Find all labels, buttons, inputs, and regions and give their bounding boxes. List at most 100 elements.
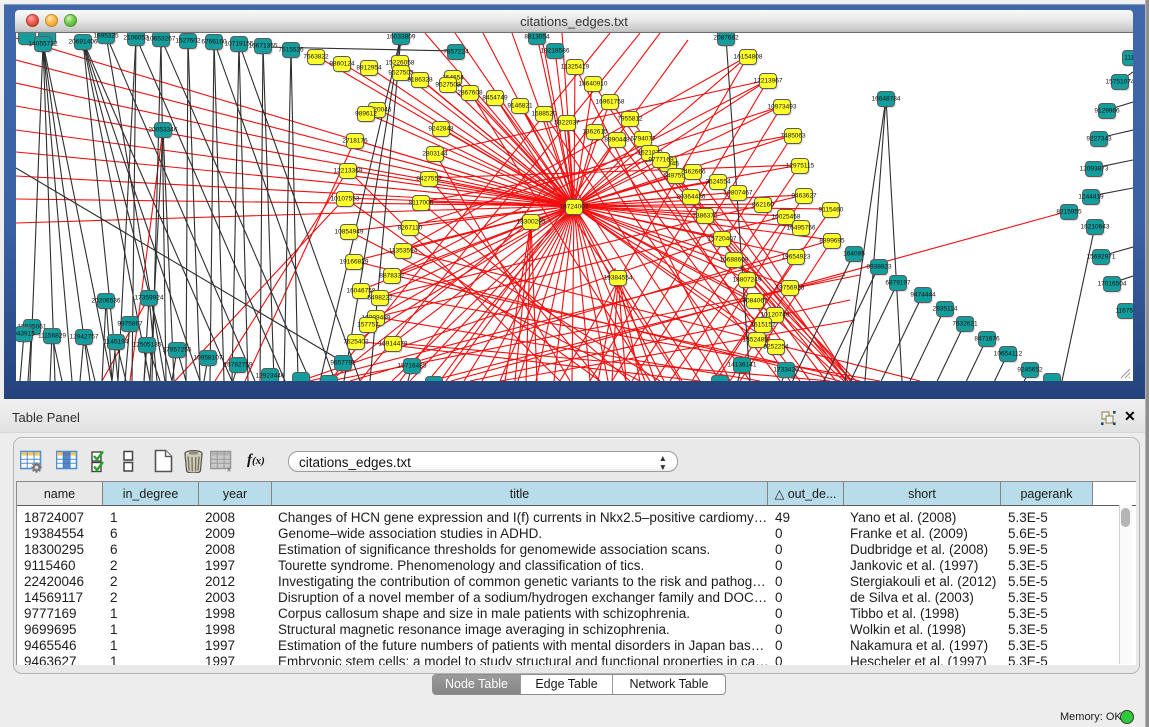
- svg-text:10807467: 10807467: [724, 189, 753, 196]
- svg-text:1527602: 1527602: [175, 37, 201, 44]
- svg-text:989612: 989612: [355, 110, 377, 117]
- svg-text:7515526: 7515526: [278, 46, 304, 53]
- svg-text:1588520: 1588520: [531, 110, 557, 117]
- svg-text:8215955: 8215955: [1056, 208, 1082, 215]
- svg-text:2803144: 2803144: [422, 150, 448, 157]
- svg-text:8186328: 8186328: [407, 76, 433, 83]
- svg-text:9860124: 9860124: [329, 60, 355, 67]
- svg-text:20364436: 20364436: [677, 193, 706, 200]
- svg-text:19654923: 19654923: [782, 253, 811, 260]
- svg-text:20206536: 20206536: [92, 297, 121, 304]
- svg-text:19166829: 19166829: [340, 258, 369, 265]
- svg-text:5498222: 5498222: [367, 294, 393, 301]
- svg-text:943915: 943915: [16, 330, 35, 337]
- svg-text:16648784: 16648784: [872, 95, 901, 102]
- svg-text:9657791: 9657791: [330, 359, 356, 366]
- svg-text:16914479: 16914479: [379, 340, 408, 347]
- svg-text:6766160: 6766160: [201, 38, 227, 45]
- svg-text:9242848: 9242848: [428, 125, 454, 132]
- svg-text:1145194: 1145194: [104, 338, 129, 345]
- svg-text:9975867: 9975867: [117, 320, 143, 327]
- svg-text:x: x: [227, 467, 231, 474]
- svg-text:1615152: 1615152: [750, 321, 776, 328]
- svg-text:8938923: 8938923: [866, 263, 892, 270]
- svg-text:15716485: 15716485: [398, 362, 427, 369]
- svg-text:7485063: 7485063: [780, 132, 806, 139]
- svg-text:2087682: 2087682: [713, 34, 739, 41]
- svg-text:11325419: 11325419: [561, 63, 590, 70]
- svg-text:2106053: 2106053: [123, 34, 149, 41]
- svg-text:8252254: 8252254: [763, 343, 789, 350]
- svg-text:1362615: 1362615: [582, 128, 608, 135]
- svg-text:14136141: 14136141: [728, 361, 757, 368]
- svg-text:12923446: 12923446: [256, 372, 285, 379]
- svg-text:9474444: 9474444: [910, 291, 936, 298]
- svg-text:16154808: 16154808: [734, 53, 763, 60]
- svg-text:8912954: 8912954: [356, 64, 382, 71]
- svg-text:8471676: 8471676: [974, 335, 1000, 342]
- svg-text:18640910: 18640910: [579, 80, 608, 87]
- svg-text:16210643: 16210643: [1081, 223, 1110, 230]
- svg-text:8117006: 8117006: [409, 199, 434, 206]
- svg-text:9146821: 9146821: [507, 102, 533, 109]
- svg-text:1244419: 1244419: [1078, 193, 1104, 200]
- svg-text:116753: 116753: [1115, 307, 1133, 314]
- svg-text:7632621: 7632621: [952, 320, 978, 327]
- svg-text:8990448: 8990448: [604, 136, 630, 143]
- svg-text:862160: 862160: [752, 201, 774, 208]
- svg-text:12213967: 12213967: [754, 77, 783, 84]
- svg-text:12093873: 12093873: [1080, 165, 1109, 172]
- svg-text:6879197: 6879197: [885, 279, 911, 286]
- svg-text:2867608: 2867608: [457, 89, 483, 96]
- svg-text:12213369: 12213369: [334, 167, 363, 174]
- svg-text:2718176: 2718176: [342, 137, 368, 144]
- svg-text:1695325: 1695325: [93, 33, 119, 39]
- svg-text:9115460: 9115460: [819, 206, 844, 213]
- svg-text:10854949: 10854949: [335, 228, 364, 235]
- svg-text:14055712: 14055712: [29, 40, 58, 47]
- svg-text:8267110: 8267110: [398, 224, 423, 231]
- svg-text:9777169: 9777169: [648, 156, 674, 163]
- svg-text:10025458: 10025458: [772, 213, 801, 220]
- svg-text:8899695: 8899695: [819, 237, 845, 244]
- svg-text:5322037: 5322037: [554, 119, 580, 126]
- svg-text:7857224: 7857224: [443, 48, 469, 55]
- svg-text:1112: 1112: [1124, 54, 1133, 61]
- svg-text:12975115: 12975115: [786, 162, 815, 169]
- svg-text:16782759: 16782759: [224, 361, 253, 368]
- svg-text:8454749: 8454749: [482, 94, 508, 101]
- svg-text:17957255: 17957255: [163, 346, 192, 353]
- svg-text:17359924: 17359924: [135, 294, 164, 301]
- svg-text:9463627: 9463627: [791, 192, 817, 199]
- svg-text:7955812: 7955812: [617, 115, 643, 122]
- svg-text:157757: 157757: [357, 321, 379, 328]
- svg-text:16671355: 16671355: [249, 42, 278, 49]
- svg-text:12505135: 12505135: [133, 341, 162, 348]
- svg-text:164095: 164095: [843, 250, 865, 257]
- svg-text:17016504: 17016504: [1098, 280, 1127, 287]
- svg-text:10688609: 10688609: [720, 256, 749, 263]
- svg-text:8427552: 8427552: [416, 175, 442, 182]
- svg-text:16495756: 16495756: [787, 224, 816, 231]
- svg-text:9527508: 9527508: [435, 81, 461, 88]
- svg-text:7663822: 7663822: [303, 53, 329, 60]
- svg-text:10107553: 10107553: [331, 195, 360, 202]
- svg-text:9527503: 9527503: [388, 69, 414, 76]
- svg-text:18807249: 18807249: [733, 276, 762, 283]
- svg-text:10958107: 10958107: [194, 354, 223, 361]
- svg-text:16961758: 16961758: [596, 98, 625, 105]
- svg-text:19218586: 19218586: [541, 47, 570, 54]
- svg-text:15692971: 15692971: [1087, 253, 1116, 260]
- svg-text:11156829: 11156829: [38, 332, 66, 339]
- svg-text:10973493: 10973493: [768, 103, 797, 110]
- svg-text:19756928: 19756928: [776, 284, 805, 291]
- svg-text:15720407: 15720407: [708, 235, 737, 242]
- svg-text:18300295: 18300295: [517, 218, 546, 225]
- svg-text:9129966: 9129966: [1094, 107, 1120, 114]
- svg-text:7625402: 7625402: [343, 338, 369, 345]
- svg-text:7462666: 7462666: [680, 168, 706, 175]
- svg-text:10653267: 10653267: [147, 35, 176, 42]
- svg-text:6794077: 6794077: [630, 135, 656, 142]
- svg-text:15751074: 15751074: [1106, 78, 1133, 85]
- svg-text:8813054: 8813054: [524, 33, 550, 40]
